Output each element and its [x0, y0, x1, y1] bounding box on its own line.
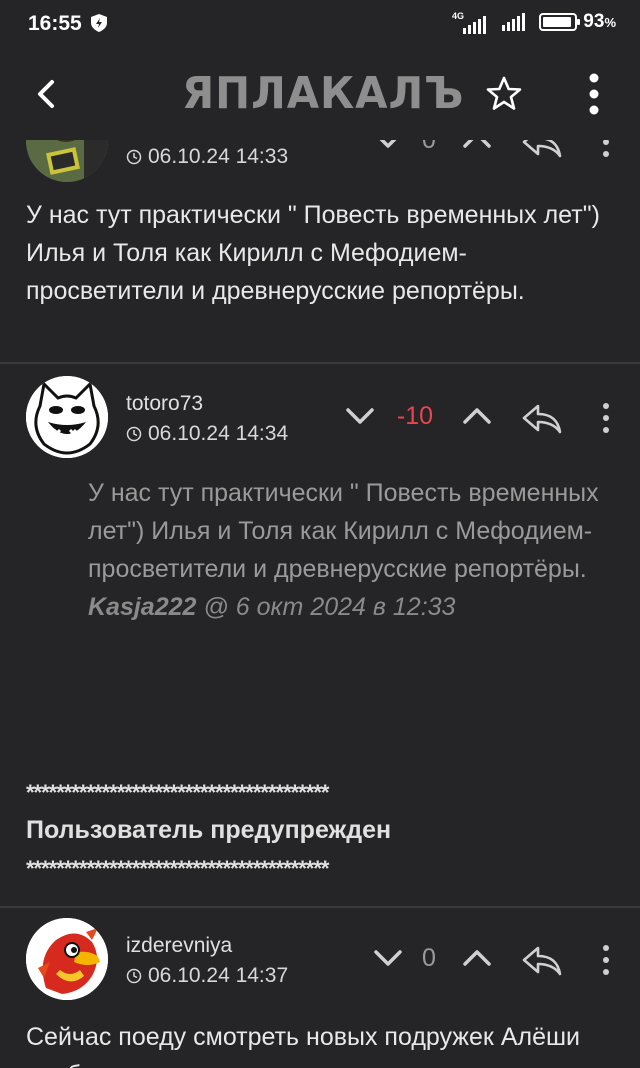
comment-controls: 0 [0, 940, 640, 980]
shield-icon [91, 14, 107, 32]
chevron-up-icon[interactable] [461, 140, 493, 162]
quote-meta: @ 6 окт 2024 в 12:33 [203, 593, 456, 621]
comment: izderevniya 06.10.24 14:37 0 Сейчас поед… [0, 908, 640, 1068]
comment-text: Сейчас поеду смотреть новых подружек Алё… [26, 1023, 581, 1068]
comment: totoro73 06.10.24 14:34 -10 У нас тут пр… [0, 364, 640, 906]
comment: 06.10.24 14:33 0 У нас тут практически "… [0, 140, 640, 362]
vote-score: 0 [422, 944, 436, 972]
vote-score: 0 [422, 140, 436, 154]
vote-score: -10 [396, 402, 434, 430]
user-warning: Пользователь предупрежден [26, 816, 392, 844]
battery-icon [539, 13, 581, 31]
comment-controls: -10 [0, 398, 640, 438]
back-arrow-icon[interactable] [28, 74, 64, 114]
chevron-down-icon[interactable] [344, 398, 376, 438]
status-time: 16:55 [28, 12, 82, 35]
chevron-down-icon[interactable] [372, 940, 404, 980]
comments-list: 06.10.24 14:33 0 У нас тут практически "… [0, 140, 640, 1068]
signal-icon [463, 16, 487, 34]
signal-icon [502, 13, 526, 31]
reply-icon[interactable] [520, 140, 564, 162]
reply-icon[interactable] [520, 398, 564, 438]
site-logo[interactable]: ЯПЛАКАЛЪ [182, 68, 464, 119]
star-icon[interactable] [484, 74, 524, 114]
more-vertical-icon[interactable] [600, 940, 612, 980]
separator-stars: **************************************** [26, 780, 329, 805]
comment-text: У нас тут практически " Повесть временны… [26, 201, 600, 305]
more-vertical-icon[interactable] [585, 72, 603, 116]
more-vertical-icon[interactable] [600, 140, 612, 162]
quote-text: У нас тут практически " Повесть временны… [88, 479, 599, 583]
quote-block: У нас тут практически " Повесть временны… [88, 474, 608, 626]
comment-controls: 0 [0, 140, 640, 162]
battery-percent: 93% [583, 11, 616, 32]
chevron-up-icon[interactable] [461, 398, 493, 438]
more-vertical-icon[interactable] [600, 398, 612, 438]
separator-stars: **************************************** [26, 856, 329, 881]
app-header: ЯПЛАКАЛЪ [0, 48, 640, 140]
status-bar: 16:55 4G 93% [0, 0, 640, 48]
chevron-down-icon[interactable] [372, 140, 404, 162]
network-type: 4G [452, 11, 465, 21]
quote-author[interactable]: Kasja222 [88, 593, 196, 621]
chevron-up-icon[interactable] [461, 940, 493, 980]
reply-icon[interactable] [520, 940, 564, 980]
